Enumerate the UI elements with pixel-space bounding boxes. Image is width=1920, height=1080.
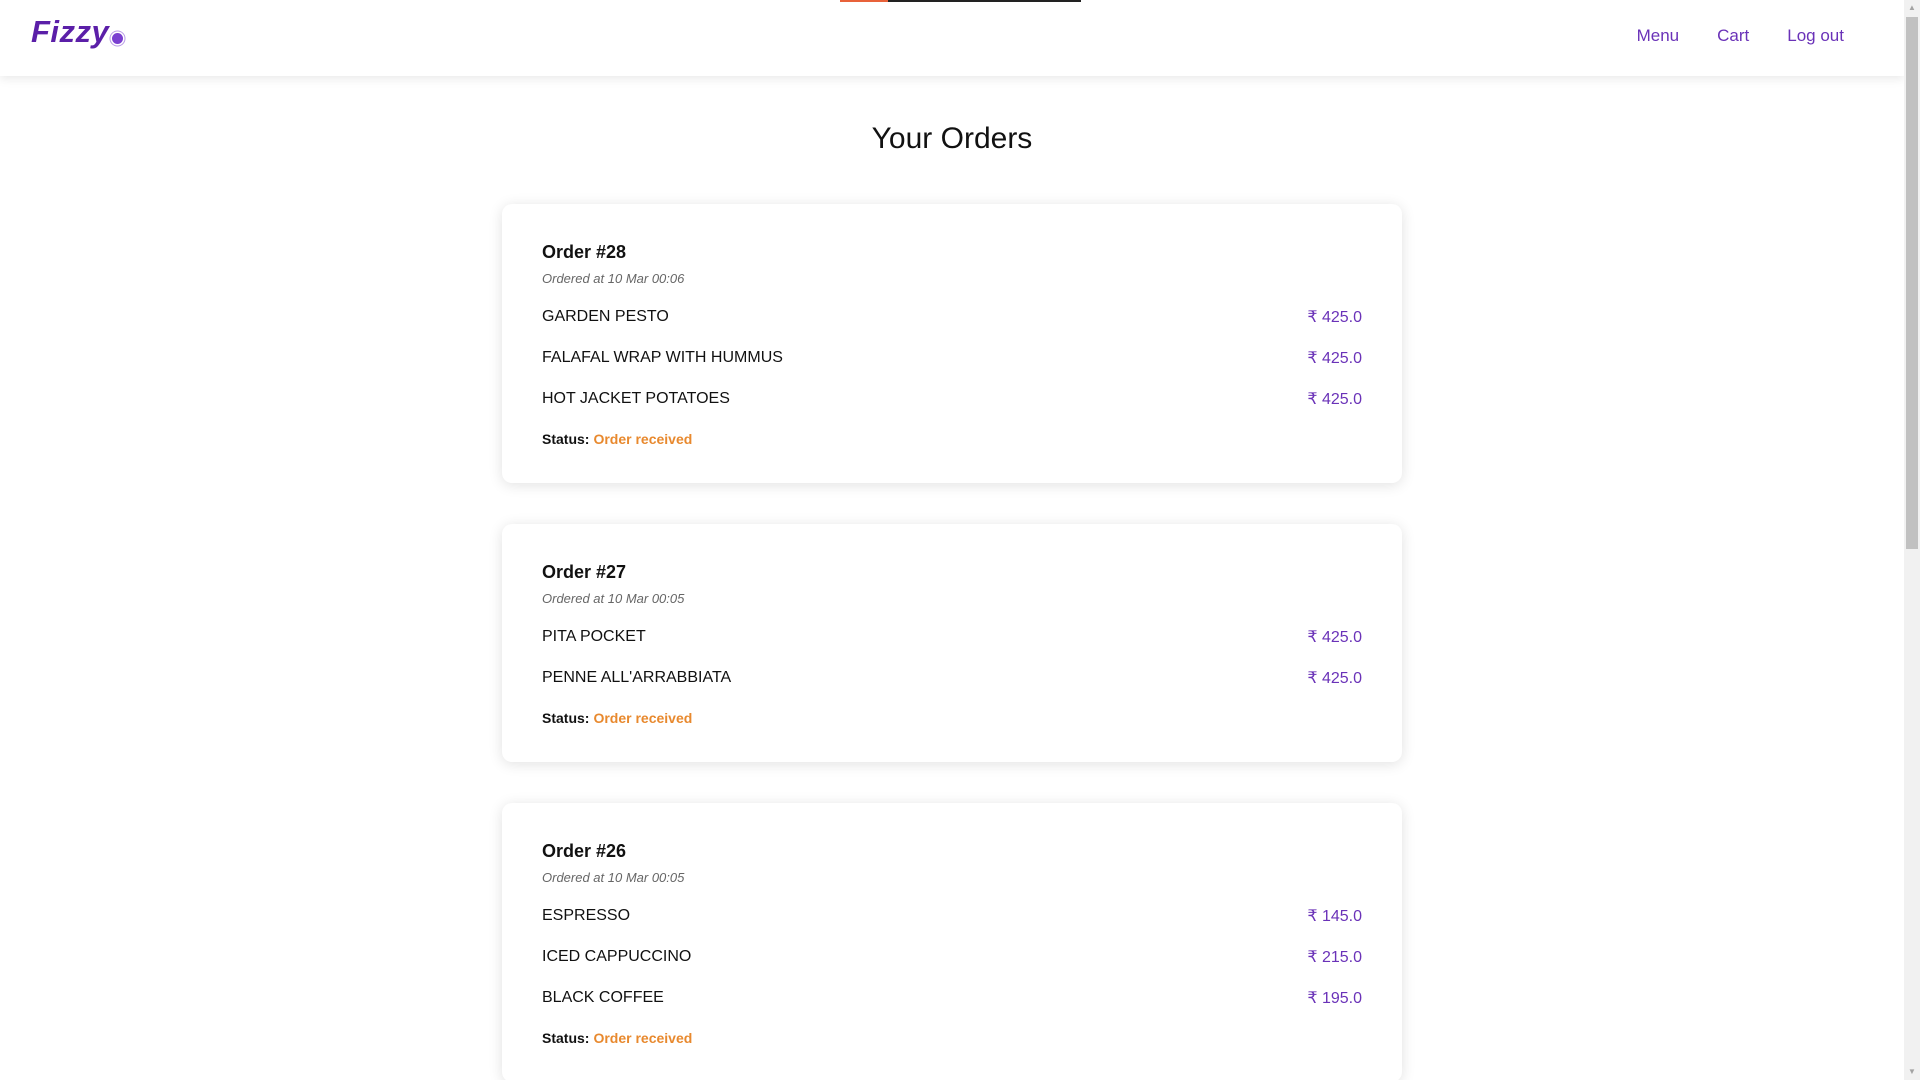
orders-list: Order #28 Ordered at 10 Mar 00:06 GARDEN… (502, 204, 1402, 1080)
order-item-price: ₹ 425.0 (1307, 309, 1362, 326)
order-item-name: ICED CAPPUCCINO (542, 948, 692, 965)
order-item: ICED CAPPUCCINO ₹ 215.0 (542, 947, 1362, 967)
order-item-name: BLACK COFFEE (542, 989, 664, 1006)
order-item-name: ESPRESSO (542, 907, 631, 924)
status-badge: Order received (593, 431, 693, 447)
order-item: ESPRESSO ₹ 145.0 (542, 906, 1362, 926)
triangle-down-icon[interactable]: ▼ (1904, 1064, 1920, 1080)
order-item-price: ₹ 425.0 (1307, 629, 1362, 646)
order-title: Order #26 (542, 841, 627, 861)
order-item: FALAFAL WRAP WITH HUMMUS ₹ 425.0 (542, 348, 1362, 368)
dot-icon (112, 33, 124, 44)
order-item: PITA POCKET ₹ 425.0 (542, 627, 1362, 647)
order-item: HOT JACKET POTATOES ₹ 425.0 (542, 389, 1362, 409)
order-status: Status: Order received (542, 710, 1362, 726)
order-item-price: ₹ 425.0 (1307, 350, 1362, 367)
order-item: BLACK COFFEE ₹ 195.0 (542, 988, 1362, 1008)
triangle-up-icon[interactable]: ▲ (1904, 0, 1920, 16)
order-status: Status: Order received (542, 1030, 1362, 1046)
brand-name: Fizzy (31, 14, 110, 49)
nav-link-menu[interactable]: Menu (1637, 26, 1680, 46)
order-card: Order #26 Ordered at 10 Mar 00:05 ESPRES… (502, 803, 1402, 1080)
nav-link-logout[interactable]: Log out (1787, 26, 1844, 46)
brand-logo[interactable]: Fizzy (31, 14, 124, 50)
order-title: Order #27 (542, 562, 627, 582)
status-label: Status: (542, 431, 590, 447)
status-badge: Order received (593, 710, 693, 726)
order-item-name: HOT JACKET POTATOES (542, 390, 730, 407)
order-item-name: GARDEN PESTO (542, 308, 669, 325)
order-status: Status: Order received (542, 431, 1362, 447)
order-item: PENNE ALL'ARRABBIATA ₹ 425.0 (542, 668, 1362, 688)
order-item-price: ₹ 425.0 (1307, 391, 1362, 408)
app-viewport: Fizzy Menu Cart Log out Your Orders Orde… (0, 0, 1920, 1080)
order-item-price: ₹ 145.0 (1307, 908, 1362, 925)
order-item-name: PITA POCKET (542, 628, 646, 645)
order-timestamp: Ordered at 10 Mar 00:05 (542, 591, 685, 606)
order-card: Order #27 Ordered at 10 Mar 00:05 PITA P… (502, 524, 1402, 762)
loading-progress-bar (840, 0, 1081, 2)
status-badge: Order received (593, 1030, 693, 1046)
nav-links: Menu Cart Log out (1599, 26, 1844, 46)
page-title: Your Orders (871, 122, 1033, 155)
main-content: Your Orders Order #28 Ordered at 10 Mar … (0, 76, 1904, 1080)
order-item: GARDEN PESTO ₹ 425.0 (542, 307, 1362, 327)
nav-link-cart[interactable]: Cart (1717, 26, 1749, 46)
order-item-price: ₹ 425.0 (1307, 670, 1362, 687)
scrollbar-thumb[interactable] (1906, 17, 1918, 549)
order-timestamp: Ordered at 10 Mar 00:05 (542, 870, 685, 885)
page-scrollbar[interactable]: ▲ ▼ (1904, 0, 1920, 1080)
order-timestamp: Ordered at 10 Mar 00:06 (542, 271, 685, 286)
order-item-name: FALAFAL WRAP WITH HUMMUS (542, 349, 783, 366)
order-item-price: ₹ 195.0 (1307, 990, 1362, 1007)
status-label: Status: (542, 710, 590, 726)
order-item-price: ₹ 215.0 (1307, 949, 1362, 966)
loading-progress-fill (840, 0, 889, 2)
order-title: Order #28 (542, 242, 627, 262)
order-card: Order #28 Ordered at 10 Mar 00:06 GARDEN… (502, 204, 1402, 483)
order-item-name: PENNE ALL'ARRABBIATA (542, 669, 732, 686)
status-label: Status: (542, 1030, 590, 1046)
navbar: Fizzy Menu Cart Log out (0, 0, 1904, 76)
